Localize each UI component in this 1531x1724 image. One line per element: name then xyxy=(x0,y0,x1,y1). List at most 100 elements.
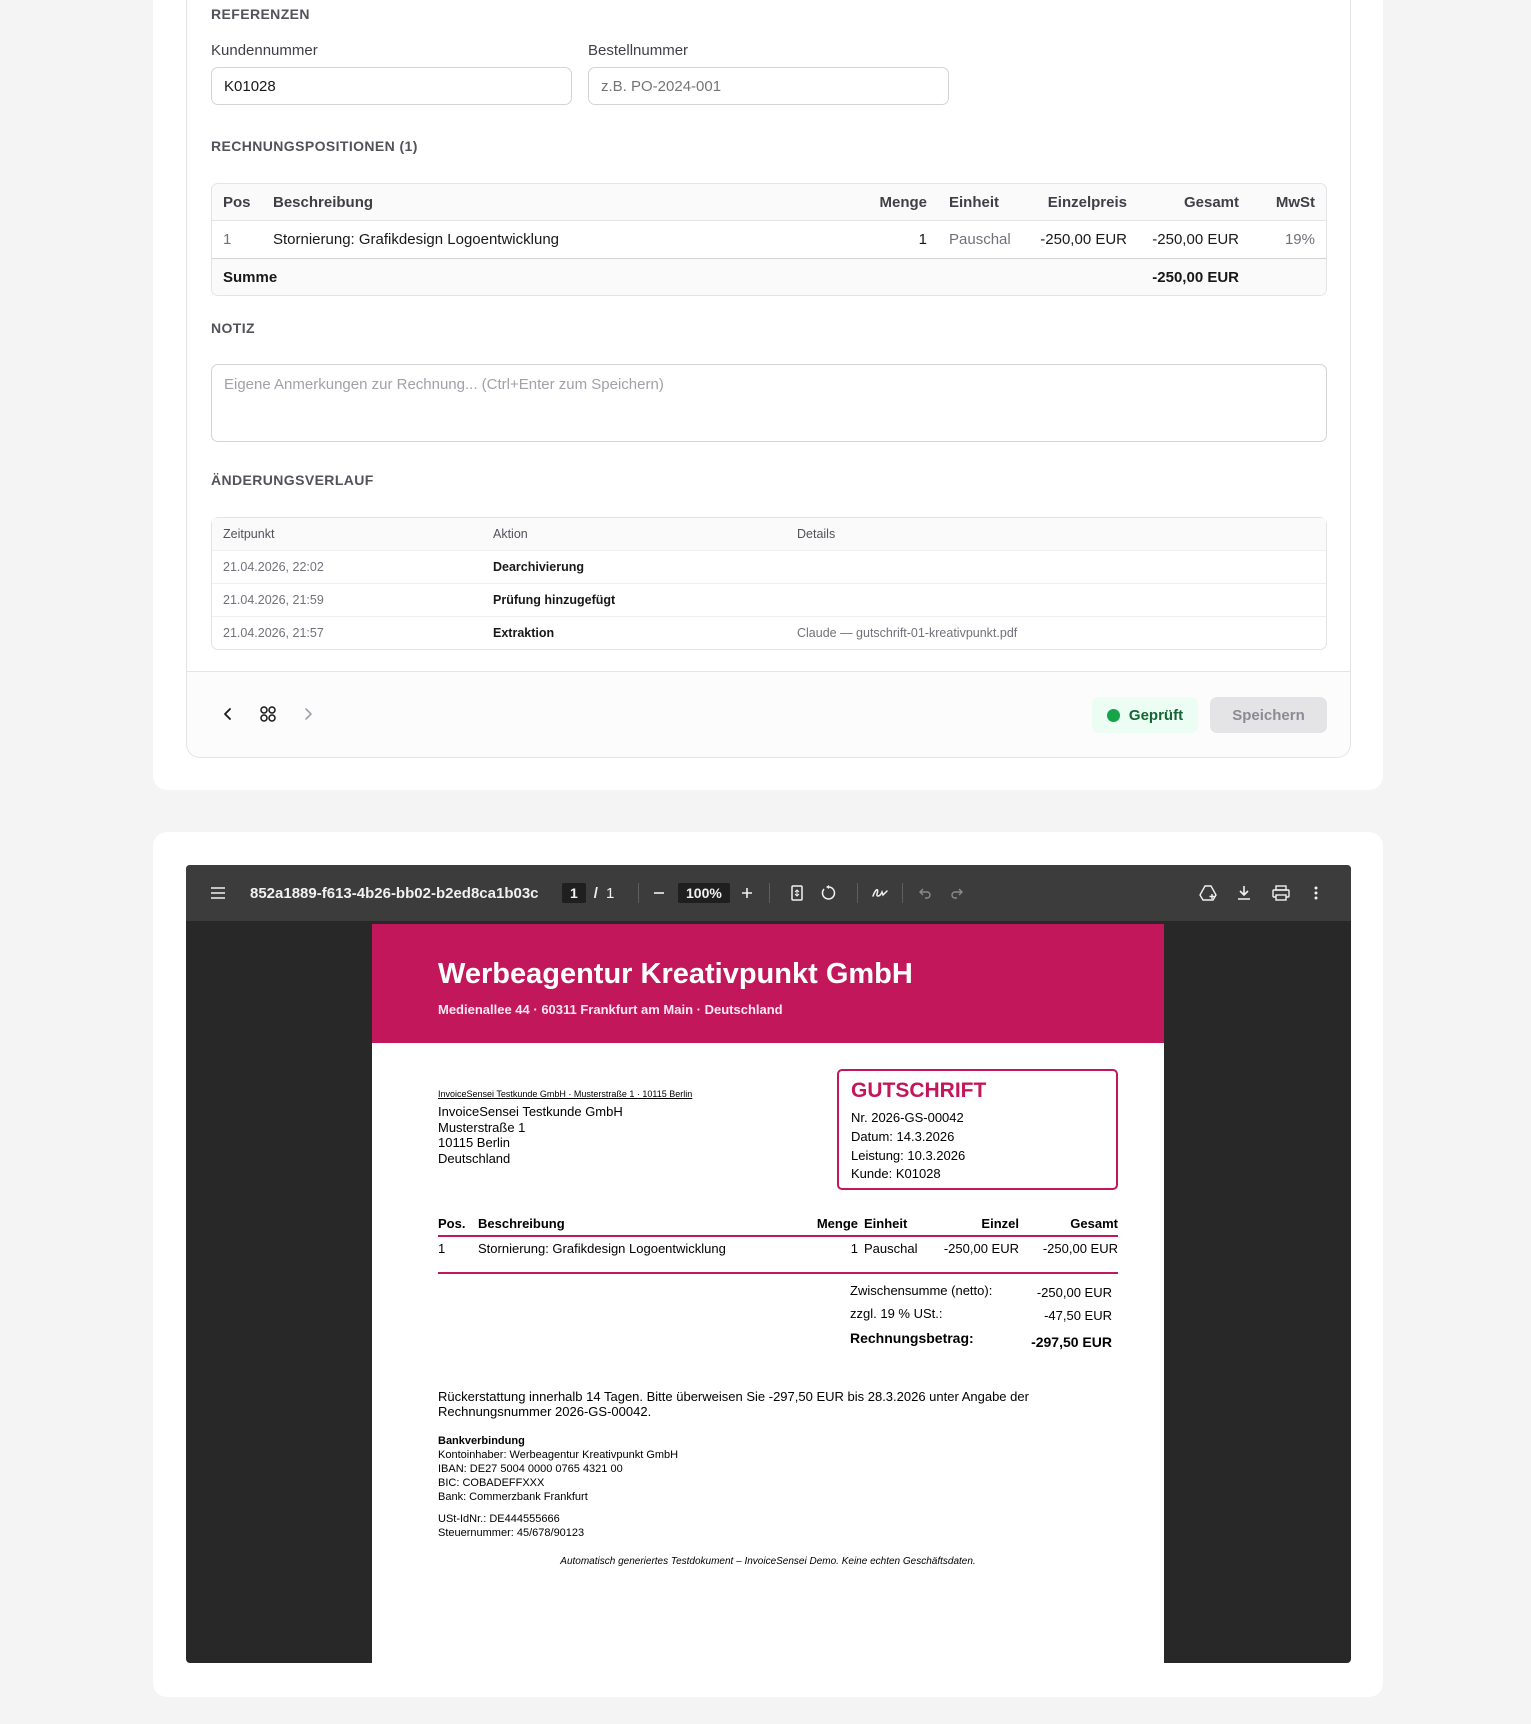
sum-spacer xyxy=(1250,258,1326,295)
col-unit: Einheit xyxy=(938,184,1026,221)
col-vat: MwSt xyxy=(1250,184,1326,221)
hamburger-icon xyxy=(211,887,225,899)
undo-button[interactable] xyxy=(918,865,932,921)
pdf-row-desc: Stornierung: Grafikdesign Logoentwicklun… xyxy=(478,1241,726,1256)
row-total: -250,00 EUR xyxy=(1152,231,1239,248)
page-input[interactable]: 1 xyxy=(562,883,586,903)
chevron-left-icon xyxy=(224,708,231,720)
note-textarea[interactable]: Eigene Anmerkungen zur Rechnung... (Ctrl… xyxy=(211,364,1327,442)
col-action: Aktion xyxy=(482,518,786,550)
pdf-disclaimer: Automatisch generiertes Testdokument – I… xyxy=(560,1556,976,1567)
page-sep: / xyxy=(593,884,598,902)
fit-page-icon xyxy=(791,885,803,901)
chevron-right-icon xyxy=(305,708,312,720)
customer-number-label: Kundennummer xyxy=(211,42,318,59)
col-pos: Pos xyxy=(212,184,262,221)
annotate-button[interactable] xyxy=(871,865,889,921)
table-row[interactable]: 1 Stornierung: Grafikdesign Logoentwickl… xyxy=(212,221,1326,258)
history-action: Extraktion xyxy=(482,616,786,649)
minus-icon xyxy=(654,892,664,894)
page-total: 1 xyxy=(605,884,615,902)
pdf-row-pos: 1 xyxy=(438,1241,446,1256)
plus-icon xyxy=(742,888,752,898)
order-number-input[interactable] xyxy=(588,67,949,105)
pdf-bank-line-3: BIC: COBADEFFXXX xyxy=(438,1477,545,1489)
pdf-bank-line-1: Kontoinhaber: Werbeagentur Kreativpunkt … xyxy=(438,1449,679,1461)
history-details xyxy=(786,550,1326,583)
undo-icon xyxy=(919,888,931,899)
pdf-doc-customer: Kunde: K01028 xyxy=(851,1166,941,1181)
row-pos: 1 xyxy=(223,231,232,248)
pdf-table-bottom-rule xyxy=(438,1272,1118,1274)
items-table: Pos Beschreibung Menge Einheit Einzelpre… xyxy=(211,183,1327,296)
col-desc: Beschreibung xyxy=(262,184,858,221)
pdf-sender-line: InvoiceSensei Testkunde GmbH · Musterstr… xyxy=(438,1089,693,1099)
sum-row: Summe -250,00 EUR xyxy=(212,258,1326,295)
print-icon xyxy=(1272,885,1290,901)
pdf-table-header-rule xyxy=(438,1235,1118,1237)
signature-icon xyxy=(872,889,888,897)
history-details xyxy=(786,583,1326,616)
zoom-field[interactable]: 100% xyxy=(678,865,730,921)
pdf-vat-id: USt-IdNr.: DE444555666 xyxy=(438,1513,560,1525)
download-button[interactable] xyxy=(1237,865,1251,921)
print-button[interactable] xyxy=(1272,865,1290,921)
history-time: 21.04.2026, 21:59 xyxy=(212,583,482,616)
download-icon xyxy=(1238,886,1250,900)
pdf-doc-number: Nr. 2026-GS-00042 xyxy=(851,1110,964,1125)
reviewed-status-button[interactable]: Geprüft xyxy=(1092,697,1198,733)
pdf-row-total: -250,00 EUR xyxy=(1042,1241,1118,1256)
pdf-toolbar: 852a1889-f613-4b26-bb02-b2ed8ca1b03c 1 /… xyxy=(186,865,1351,921)
history-action: Dearchivierung xyxy=(482,550,786,583)
order-number-label: Bestellnummer xyxy=(588,42,689,59)
drive-button[interactable] xyxy=(1199,865,1217,921)
pdf-bank-line-4: Bank: Commerzbank Frankfurt xyxy=(438,1491,588,1503)
history-action: Prüfung hinzugefügt xyxy=(482,583,786,616)
more-options-button[interactable] xyxy=(1314,865,1318,921)
table-row: 21.04.2026, 22:02 Dearchivierung xyxy=(212,550,1326,583)
pdf-bank-title: Bankverbindung xyxy=(438,1435,525,1447)
pdf-payment-text-2: Rechnungsnummer 2026-GS-00042. xyxy=(438,1404,652,1419)
redo-button[interactable] xyxy=(950,865,964,921)
previous-button[interactable] xyxy=(214,700,242,728)
menu-button[interactable] xyxy=(210,865,226,921)
note-title: NOTIZ xyxy=(211,320,255,336)
fit-page-button[interactable] xyxy=(790,865,804,921)
page-indicator: 1 / 1 xyxy=(562,865,614,921)
table-row: 21.04.2026, 21:59 Prüfung hinzugefügt xyxy=(212,583,1326,616)
save-button[interactable]: Speichern xyxy=(1210,697,1327,733)
zoom-out-button[interactable] xyxy=(652,865,666,921)
col-total: Gesamt xyxy=(1138,184,1250,221)
add-to-drive-icon xyxy=(1199,885,1217,901)
next-button[interactable] xyxy=(294,700,322,728)
history-time: 21.04.2026, 22:02 xyxy=(212,550,482,583)
row-vat: 19% xyxy=(1284,231,1315,248)
col-qty: Menge xyxy=(858,184,938,221)
pdf-grand-value: -297,50 EUR xyxy=(1031,1334,1112,1350)
history-time: 21.04.2026, 21:57 xyxy=(212,616,482,649)
overview-button[interactable] xyxy=(254,700,282,728)
pdf-subtotal-label: Zwischensumme (netto): xyxy=(850,1283,993,1298)
history-title: ÄNDERUNGSVERLAUF xyxy=(211,472,374,488)
pdf-company-name: Werbeagentur Kreativpunkt GmbH xyxy=(438,958,913,990)
zoom-value: 100% xyxy=(678,883,730,903)
pdf-col-total: Gesamt xyxy=(1070,1216,1118,1231)
row-unit: Pauschal xyxy=(949,231,1011,248)
rotate-button[interactable] xyxy=(820,865,838,921)
toolbar-divider xyxy=(769,883,770,903)
pdf-viewer: 852a1889-f613-4b26-bb02-b2ed8ca1b03c 1 /… xyxy=(186,865,1351,1663)
invoice-form-card: REFERENZEN Kundennummer Bestellnummer RE… xyxy=(153,0,1383,790)
sum-value: -250,00 EUR xyxy=(1138,258,1250,295)
row-price: -250,00 EUR xyxy=(1040,231,1127,248)
pdf-company-address: Medienallee 44 · 60311 Frankfurt am Main… xyxy=(438,1002,783,1017)
pdf-preview-card: 852a1889-f613-4b26-bb02-b2ed8ca1b03c 1 /… xyxy=(153,832,1383,1697)
zoom-in-button[interactable] xyxy=(740,865,754,921)
pdf-filename: 852a1889-f613-4b26-bb02-b2ed8ca1b03c xyxy=(250,884,539,902)
pdf-row-qty: 1 xyxy=(850,1241,858,1256)
pdf-tax-label: zzgl. 19 % USt.: xyxy=(850,1306,943,1321)
customer-number-input[interactable] xyxy=(211,67,572,105)
col-time: Zeitpunkt xyxy=(212,518,482,550)
history-details: Claude — gutschrift-01-kreativpunkt.pdf xyxy=(786,616,1326,649)
toolbar-divider xyxy=(902,883,903,903)
pdf-recipient-1: InvoiceSensei Testkunde GmbH xyxy=(438,1104,623,1119)
